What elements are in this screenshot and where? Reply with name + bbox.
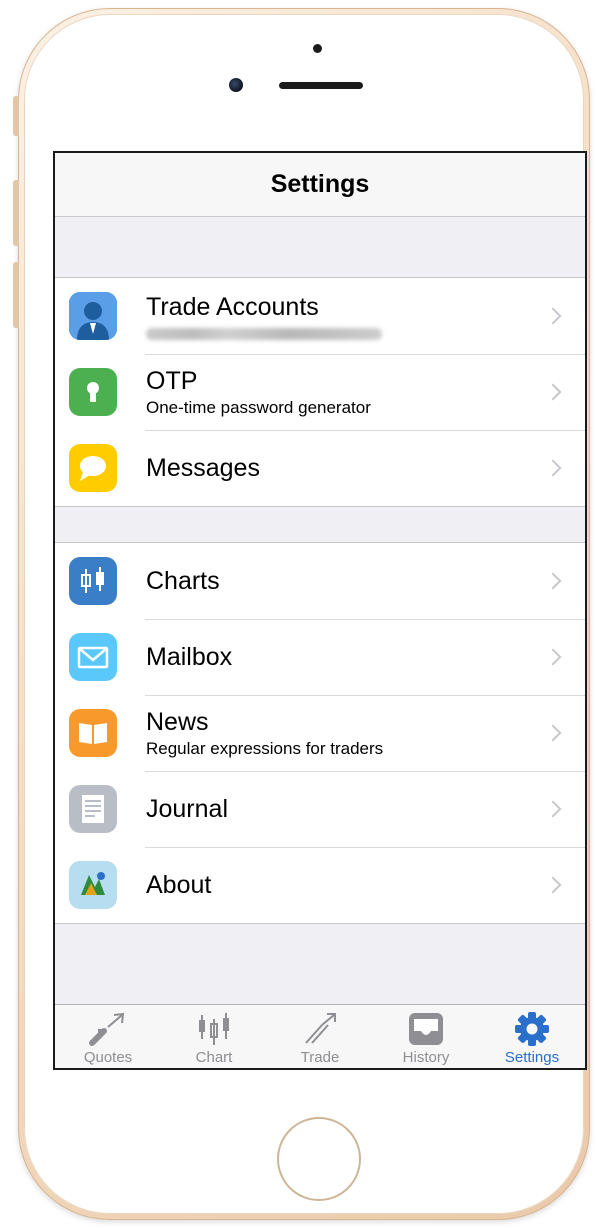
settings-group-accounts: Trade Accounts OTP One-time password gen… <box>55 277 585 507</box>
candlestick-icon <box>69 557 117 605</box>
trade-trend-icon <box>300 1011 340 1047</box>
row-title: Mailbox <box>146 643 233 671</box>
person-icon <box>69 292 117 340</box>
row-title: Journal <box>146 795 228 823</box>
row-title: OTP <box>146 366 198 395</box>
tab-chart[interactable]: Chart <box>161 1005 267 1068</box>
document-icon <box>69 785 117 833</box>
chevron-right-icon <box>544 876 562 894</box>
chevron-right-icon <box>544 307 562 325</box>
settings-item-journal[interactable]: Journal <box>55 771 585 847</box>
chevron-right-icon <box>544 572 562 590</box>
tab-quotes[interactable]: Quotes <box>55 1005 161 1068</box>
settings-group-tools: Charts Mailbox News Regular expressions … <box>55 542 585 924</box>
tab-label: Quotes <box>83 1049 133 1066</box>
settings-item-about[interactable]: About <box>55 847 585 923</box>
tab-history[interactable]: History <box>373 1005 479 1068</box>
tab-trade[interactable]: Trade <box>267 1005 373 1068</box>
book-icon <box>69 709 117 757</box>
tab-label: History <box>402 1049 450 1066</box>
speech-bubble-icon <box>69 444 117 492</box>
settings-item-news[interactable]: News Regular expressions for traders <box>55 695 585 771</box>
row-title: Messages <box>146 454 260 482</box>
metatrader-logo-icon <box>69 861 117 909</box>
row-subtitle: One-time password generator <box>146 397 371 417</box>
settings-item-charts[interactable]: Charts <box>55 543 585 619</box>
settings-item-otp[interactable]: OTP One-time password generator <box>55 354 585 430</box>
settings-item-messages[interactable]: Messages <box>55 430 585 506</box>
row-title: About <box>146 871 212 899</box>
inbox-tray-icon <box>406 1011 446 1047</box>
proximity-sensor <box>313 44 322 53</box>
chevron-right-icon <box>544 383 562 401</box>
quotes-arrows-icon <box>88 1011 128 1047</box>
tab-settings[interactable]: Settings <box>479 1005 585 1068</box>
tab-label: Trade <box>300 1049 340 1066</box>
settings-item-trade-accounts[interactable]: Trade Accounts <box>55 278 585 354</box>
settings-item-mailbox[interactable]: Mailbox <box>55 619 585 695</box>
chevron-right-icon <box>544 648 562 666</box>
row-title: Trade Accounts <box>146 293 319 321</box>
chevron-right-icon <box>544 724 562 742</box>
envelope-icon <box>69 633 117 681</box>
chevron-right-icon <box>544 800 562 818</box>
candlestick-icon <box>194 1011 234 1047</box>
gear-icon <box>512 1011 552 1047</box>
tab-bar: Quotes Chart Trade History Settings <box>55 1004 585 1068</box>
navigation-bar: Settings <box>55 153 585 217</box>
tab-label: Chart <box>195 1049 233 1066</box>
row-title: News <box>146 707 209 736</box>
tab-label: Settings <box>504 1049 560 1066</box>
front-camera <box>229 78 243 92</box>
mute-switch <box>13 96 19 136</box>
app-screen: Settings Trade Accounts OTP One-time pas… <box>53 151 587 1070</box>
keyhole-icon <box>69 368 117 416</box>
account-server-blurred <box>146 328 382 340</box>
volume-up-button <box>13 180 19 246</box>
row-title: Charts <box>146 567 220 595</box>
home-button[interactable] <box>277 1117 361 1201</box>
chevron-right-icon <box>544 459 562 477</box>
earpiece-speaker <box>279 82 363 89</box>
row-subtitle: Regular expressions for traders <box>146 738 384 758</box>
page-title: Settings <box>270 170 370 198</box>
volume-down-button <box>13 262 19 328</box>
